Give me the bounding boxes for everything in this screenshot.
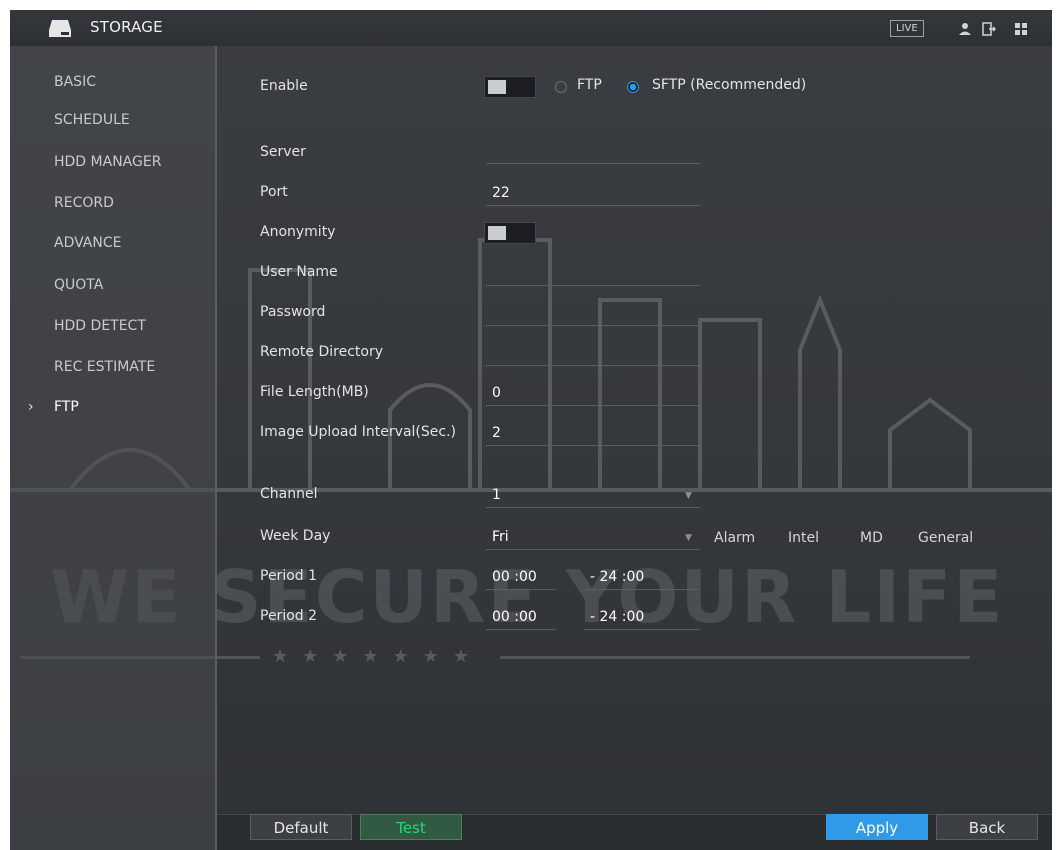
live-view-button[interactable]: LIVE	[890, 20, 924, 37]
sftp-radio[interactable]	[627, 81, 639, 93]
toggle-knob	[488, 226, 506, 240]
port-input[interactable]: 22	[486, 180, 700, 206]
watermark-rule-right	[500, 656, 970, 659]
sidebar-item-label: HDD DETECT	[54, 318, 146, 334]
page-title: STORAGE	[90, 18, 163, 36]
test-button[interactable]: Test	[360, 814, 462, 840]
username-input[interactable]	[486, 260, 700, 286]
period-2-start-input[interactable]: 00 :00	[486, 604, 556, 630]
sidebar-item-label: SCHEDULE	[54, 112, 130, 128]
column-alarm: Alarm	[714, 530, 756, 546]
enable-toggle[interactable]	[484, 76, 536, 98]
sidebar-item-label: ADVANCE	[54, 235, 122, 251]
sidebar-item-label: RECORD	[54, 195, 114, 211]
remote-directory-input[interactable]	[486, 340, 700, 366]
username-label: User Name	[260, 264, 338, 280]
sidebar-item-basic[interactable]: BASIC	[10, 62, 215, 102]
storage-window: WE SECURE YOUR LIFE ★★★★★★★ STORAGE LIVE	[10, 10, 1052, 850]
period-1-start-input[interactable]: 00 :00	[486, 564, 556, 590]
column-general: General	[918, 530, 974, 546]
sidebar-item-label: QUOTA	[54, 277, 104, 293]
sftp-radio-label: SFTP (Recommended)	[652, 77, 807, 93]
sidebar-divider	[215, 46, 217, 850]
sidebar-item-quota[interactable]: QUOTA	[10, 265, 215, 305]
upload-interval-input[interactable]: 2	[486, 420, 700, 446]
weekday-label: Week Day	[260, 528, 331, 544]
password-label: Password	[260, 304, 326, 320]
sidebar-item-label: FTP	[54, 399, 79, 415]
column-intel: Intel	[788, 530, 819, 546]
period-1-end-input[interactable]: - 24 :00	[584, 564, 700, 590]
sidebar-item-hdd-manager[interactable]: HDD MANAGER	[10, 142, 215, 182]
user-icon[interactable]	[958, 22, 972, 36]
chevron-right-icon: ›	[28, 399, 34, 415]
main-menu-icon[interactable]	[1014, 22, 1028, 36]
sidebar-item-ftp[interactable]: › FTP	[10, 387, 215, 427]
ftp-radio[interactable]	[555, 81, 567, 93]
period-2-end-input[interactable]: - 24 :00	[584, 604, 700, 630]
ftp-radio-label: FTP	[577, 77, 602, 93]
server-label: Server	[260, 144, 306, 160]
period-2-label: Period 2	[260, 608, 318, 624]
file-length-label: File Length(MB)	[260, 384, 369, 400]
watermark-stars: ★★★★★★★	[272, 646, 483, 667]
enable-label: Enable	[260, 78, 308, 94]
hdd-storage-icon	[49, 20, 71, 37]
toggle-knob	[488, 80, 506, 94]
column-md: MD	[860, 530, 883, 546]
channel-label: Channel	[260, 486, 318, 502]
anonymity-toggle[interactable]	[484, 222, 536, 244]
apply-button[interactable]: Apply	[826, 814, 928, 840]
sidebar-item-rec-estimate[interactable]: REC ESTIMATE	[10, 347, 215, 387]
channel-select[interactable]: 1	[486, 482, 700, 508]
sidebar-item-record[interactable]: RECORD	[10, 183, 215, 223]
sidebar-item-advance[interactable]: ADVANCE	[10, 223, 215, 263]
logout-icon[interactable]	[982, 22, 996, 36]
remote-directory-label: Remote Directory	[260, 344, 383, 360]
upload-interval-label: Image Upload Interval(Sec.)	[260, 424, 456, 440]
sidebar-item-hdd-detect[interactable]: HDD DETECT	[10, 306, 215, 346]
sidebar-item-label: BASIC	[54, 74, 96, 90]
sidebar-item-label: REC ESTIMATE	[54, 359, 156, 375]
back-button[interactable]: Back	[936, 814, 1038, 840]
port-label: Port	[260, 184, 288, 200]
period-1-label: Period 1	[260, 568, 318, 584]
weekday-select[interactable]: Fri	[486, 524, 700, 550]
password-input[interactable]	[486, 300, 700, 326]
default-button[interactable]: Default	[250, 814, 352, 840]
sidebar-item-schedule[interactable]: SCHEDULE	[10, 100, 215, 140]
file-length-input[interactable]: 0	[486, 380, 700, 406]
server-input[interactable]	[486, 138, 700, 164]
chevron-down-icon: ▼	[685, 533, 692, 543]
sidebar-item-label: HDD MANAGER	[54, 154, 162, 170]
anonymity-label: Anonymity	[260, 224, 336, 240]
chevron-down-icon: ▼	[685, 491, 692, 501]
title-bar: STORAGE LIVE	[10, 10, 1052, 46]
